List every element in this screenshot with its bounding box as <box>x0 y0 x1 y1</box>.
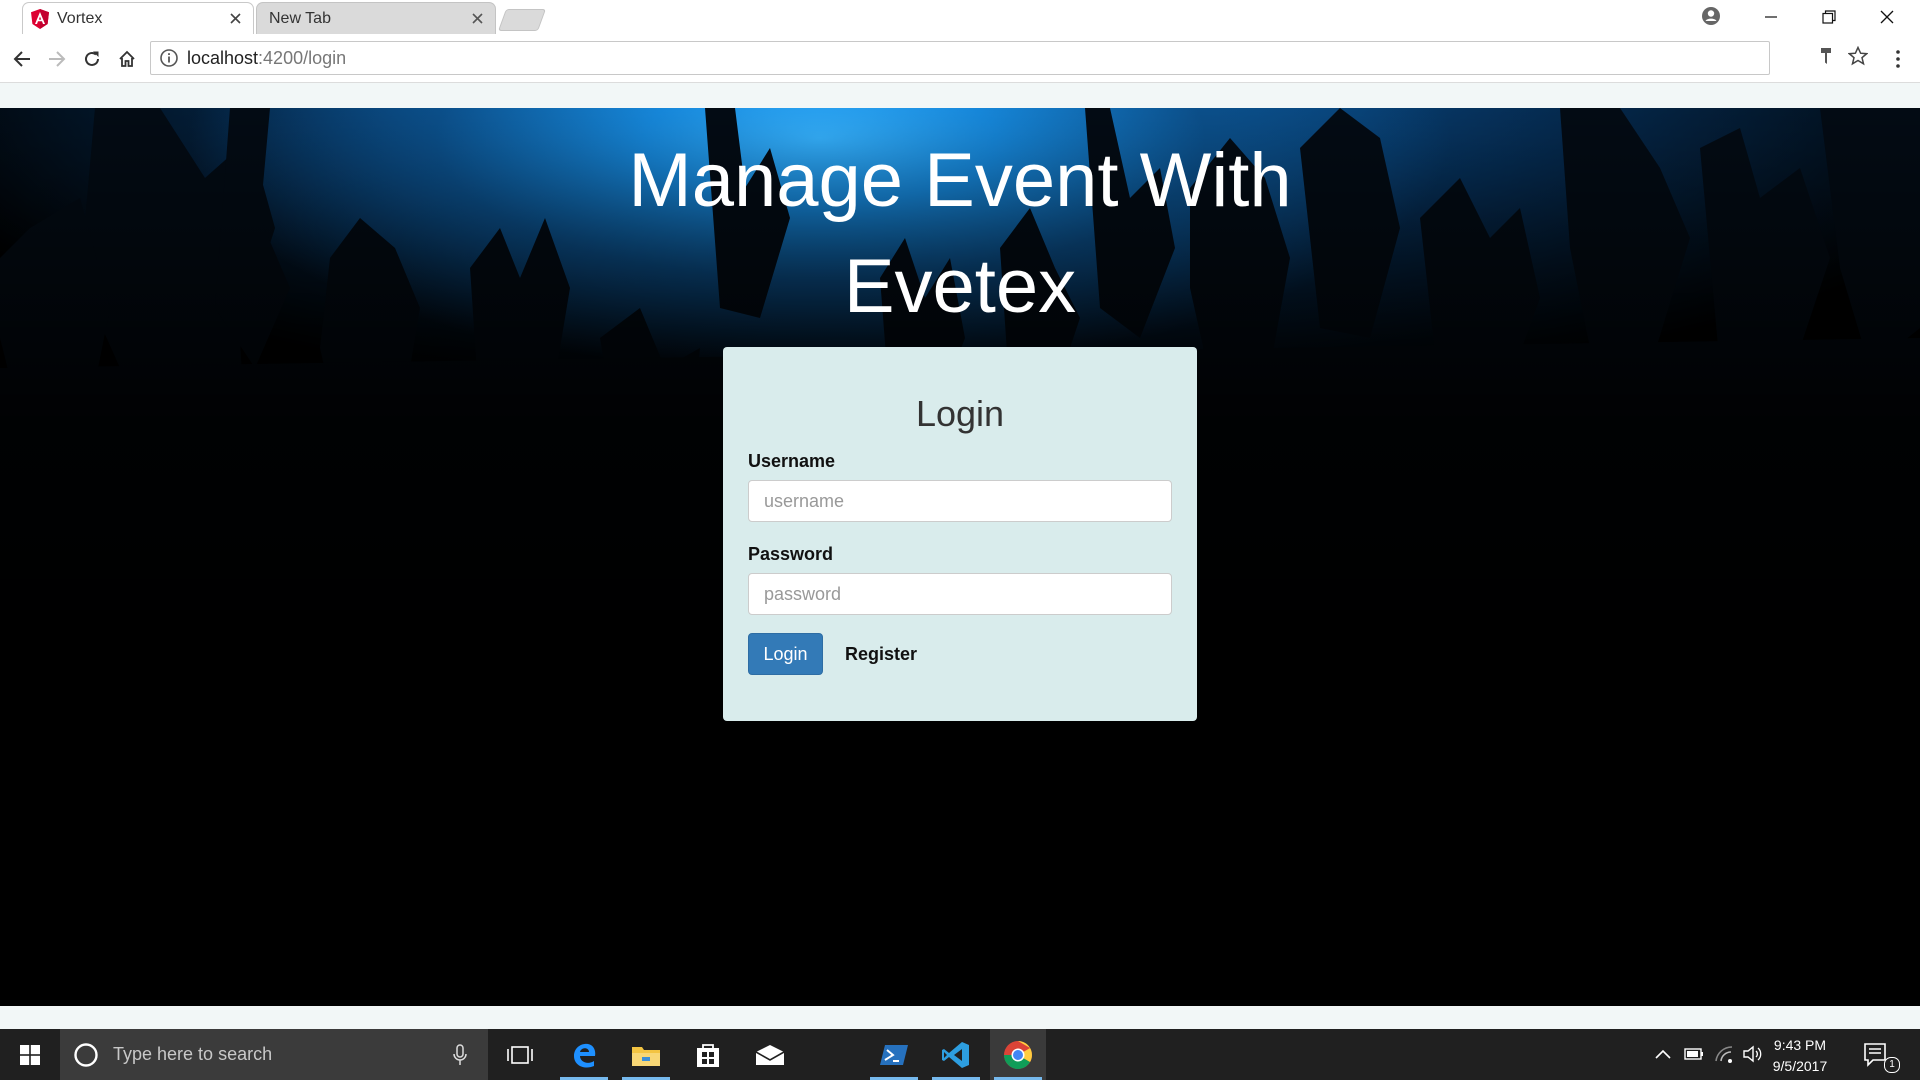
page-top-strip <box>0 83 1920 108</box>
start-button[interactable] <box>0 1029 60 1080</box>
taskbar-search-box[interactable]: Type here to search <box>60 1029 488 1080</box>
browser-menu-button[interactable] <box>1886 45 1910 73</box>
key-icon[interactable] <box>1814 44 1838 68</box>
tab-new-tab[interactable]: New Tab <box>256 2 496 34</box>
username-label: Username <box>748 451 836 471</box>
mail-icon[interactable] <box>742 1029 798 1080</box>
address-bar[interactable]: localhost:4200/login <box>150 41 1770 75</box>
info-icon[interactable] <box>159 48 179 68</box>
reload-icon <box>85 51 99 66</box>
minimize-button[interactable] <box>1742 0 1800 34</box>
home-icon <box>119 50 135 67</box>
powershell-icon[interactable] <box>866 1029 922 1080</box>
address-path: :4200/login <box>258 47 347 68</box>
windows-taskbar: Type here to search 9:43 PM 9/5/2017 1 <box>0 1029 1920 1080</box>
browser-tab-strip: Vortex New Tab <box>0 0 1920 36</box>
tab-title: New Tab <box>269 9 331 27</box>
angular-icon <box>31 8 49 29</box>
forward-arrow-icon <box>49 51 66 67</box>
microphone-icon[interactable] <box>450 1043 470 1067</box>
hero-title: Manage Event With Evetex <box>628 138 1292 329</box>
task-view-icon[interactable] <box>492 1029 548 1080</box>
tab-vortex[interactable]: Vortex <box>22 2 254 34</box>
bookmark-star-icon[interactable] <box>1846 44 1870 68</box>
close-window-button[interactable] <box>1858 0 1916 34</box>
new-tab-button[interactable] <box>497 9 547 31</box>
taskbar-clock[interactable]: 9:43 PM 9/5/2017 <box>1762 1035 1838 1077</box>
more-vertical-icon <box>1896 50 1900 68</box>
address-host: localhost <box>187 47 259 68</box>
wifi-icon[interactable] <box>1713 1043 1735 1065</box>
password-label: Password <box>748 544 834 564</box>
visual-studio-code-icon[interactable] <box>928 1029 984 1080</box>
password-input[interactable] <box>748 573 1172 615</box>
clock-time: 9:43 PM <box>1773 1037 1827 1053</box>
username-input[interactable] <box>748 480 1172 522</box>
forward-button[interactable] <box>43 45 71 73</box>
register-link[interactable]: Register <box>845 644 917 665</box>
browser-toolbar: localhost:4200/login <box>0 36 1920 83</box>
notification-count-badge: 1 <box>1884 1057 1900 1073</box>
home-button[interactable] <box>113 45 141 73</box>
login-button[interactable]: Login <box>748 633 823 675</box>
page-bottom-strip <box>0 1006 1920 1029</box>
volume-icon[interactable] <box>1742 1043 1764 1065</box>
search-placeholder: Type here to search <box>113 1044 273 1064</box>
login-title: Login <box>915 393 1005 434</box>
store-icon[interactable] <box>680 1029 736 1080</box>
back-button[interactable] <box>8 45 36 73</box>
battery-icon[interactable] <box>1683 1043 1705 1065</box>
login-card: Login Username Password Login Register <box>723 347 1197 721</box>
reload-button[interactable] <box>78 45 106 73</box>
clock-date: 9/5/2017 <box>1772 1058 1828 1074</box>
profile-icon[interactable] <box>1700 5 1722 27</box>
close-tab-icon[interactable] <box>227 11 243 27</box>
chrome-icon[interactable] <box>990 1029 1046 1080</box>
back-arrow-icon <box>13 51 30 67</box>
windows-logo-icon <box>20 1044 40 1065</box>
file-explorer-icon[interactable] <box>618 1029 674 1080</box>
chevron-up-icon[interactable] <box>1652 1043 1674 1065</box>
cortana-icon <box>74 1042 98 1067</box>
login-actions: Login Register <box>748 633 1172 675</box>
restore-button[interactable] <box>1800 0 1858 34</box>
tab-title: Vortex <box>57 9 103 27</box>
close-tab-icon[interactable] <box>469 11 485 27</box>
edge-icon[interactable] <box>556 1029 612 1080</box>
